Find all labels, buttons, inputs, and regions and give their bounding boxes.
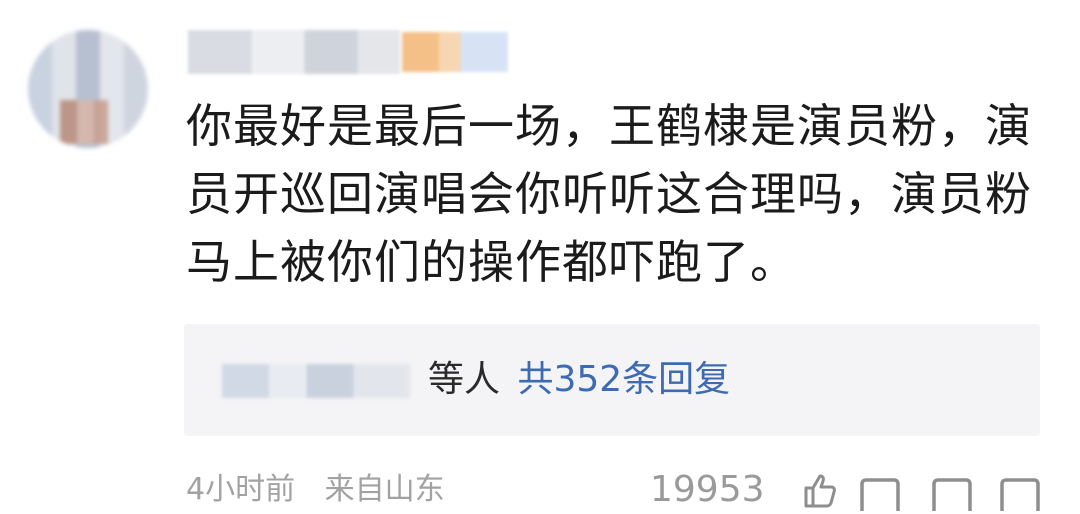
username-blurred[interactable] <box>188 30 400 74</box>
comment-location: 来自山东 <box>324 472 445 507</box>
avatar[interactable] <box>28 30 148 148</box>
more-icon[interactable] <box>998 478 1042 511</box>
comment-line-1: 你最好是最后一场，王鹤棣是演员粉，演 <box>186 99 1032 153</box>
comment-icon[interactable] <box>930 478 974 511</box>
view-replies-link[interactable]: 共352条回复 <box>517 359 730 400</box>
reply-suffix: 等人 <box>428 359 501 400</box>
reply-summary-box[interactable]: 等人 共352条回复 <box>184 324 1040 436</box>
reply-usernames-blurred <box>222 364 410 398</box>
thumbs-up-icon[interactable] <box>800 470 840 510</box>
reply-summary-text: 等人 共352条回复 <box>428 354 730 406</box>
comment-line-2: 员开巡回演唱会你听听这合理吗，演员粉 <box>186 167 1032 221</box>
reply-icon[interactable] <box>858 478 902 511</box>
comment-line-3: 马上被你们的操作都吓跑了。 <box>186 235 797 289</box>
comment-time: 4小时前 <box>186 472 296 507</box>
user-badge-blurred <box>402 32 508 72</box>
comment-meta: 4小时前 来自山东 <box>186 468 445 512</box>
comment-text: 你最好是最后一场，王鹤棣是演员粉，演 员开巡回演唱会你听听这合理吗，演员粉 马上… <box>186 92 1066 296</box>
like-count: 19953 <box>650 469 765 510</box>
